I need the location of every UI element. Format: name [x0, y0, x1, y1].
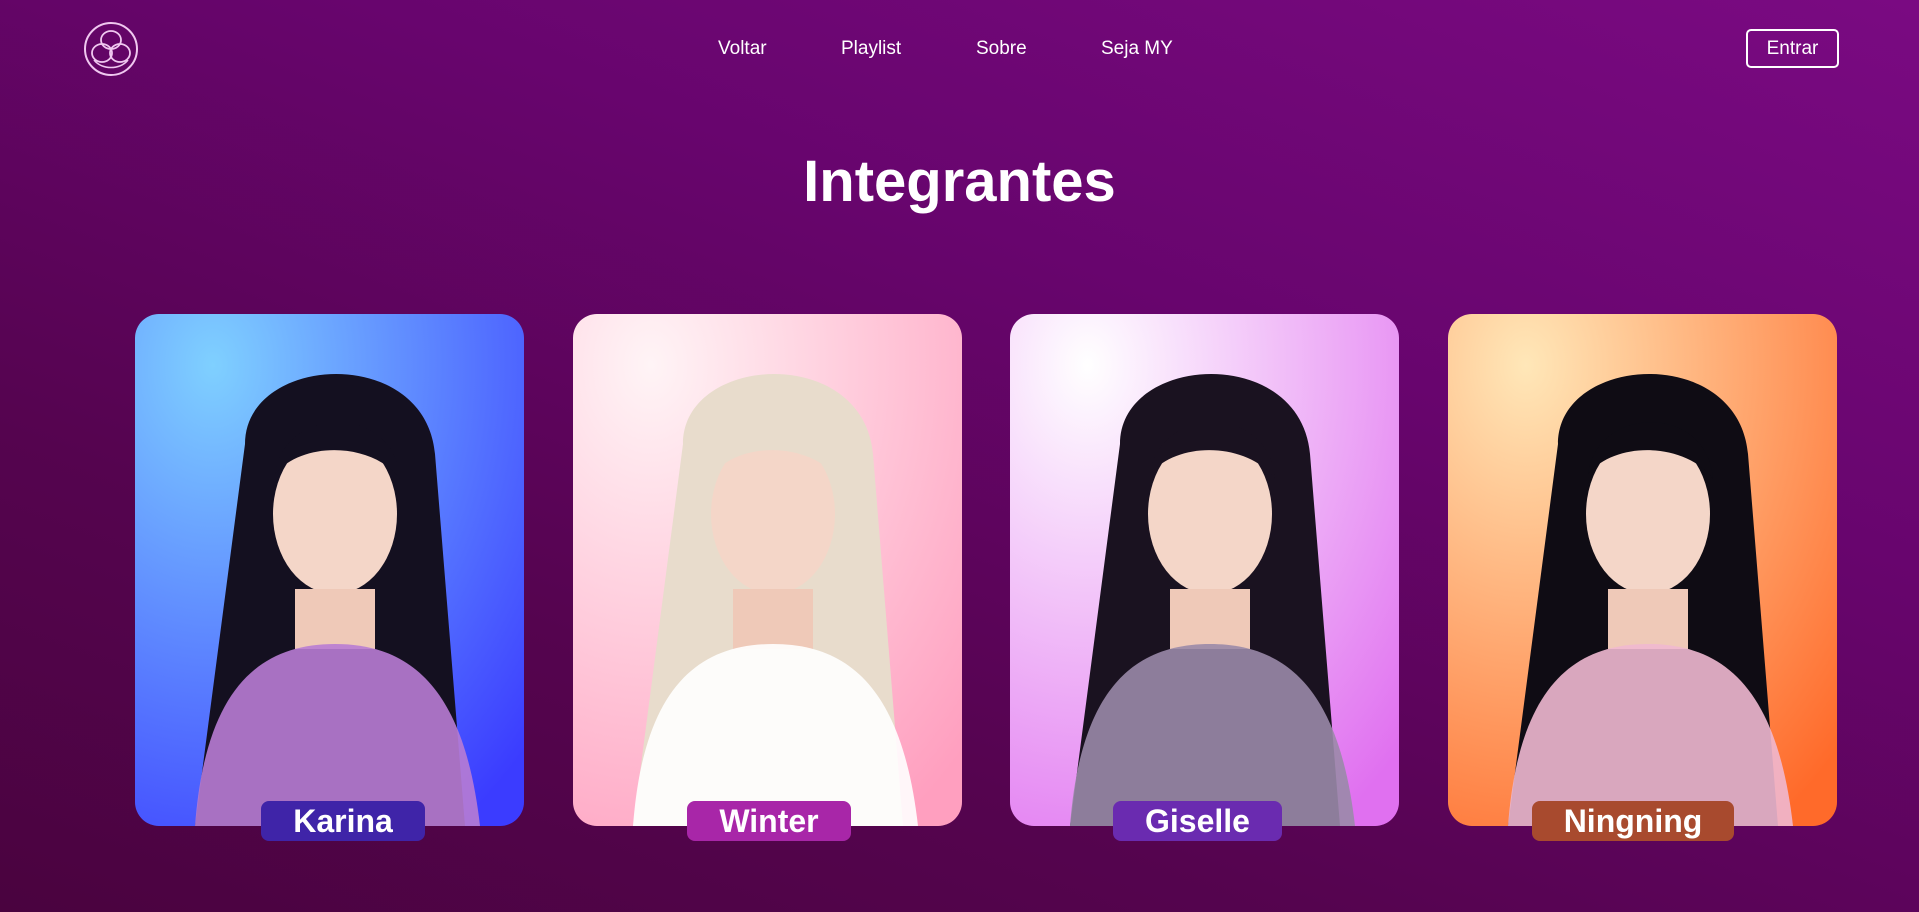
login-button[interactable]: Entrar — [1746, 29, 1839, 68]
member-name-badge: Giselle — [1113, 801, 1282, 841]
nav-link-seja-my[interactable]: Seja MY — [1101, 38, 1173, 60]
nav-link-voltar[interactable]: Voltar — [718, 38, 841, 60]
nav-link-sobre[interactable]: Sobre — [976, 38, 1101, 60]
member-name-badge: Ningning — [1532, 801, 1734, 841]
member-card[interactable] — [573, 314, 962, 826]
main-nav: Voltar Playlist Sobre Seja MY — [718, 38, 1173, 60]
member-card[interactable] — [1010, 314, 1399, 826]
page-title: Integrantes — [803, 149, 1116, 214]
aespa-logo-icon[interactable] — [82, 20, 140, 78]
site-header: Voltar Playlist Sobre Seja MY Entrar — [0, 0, 1919, 100]
member-card[interactable] — [135, 314, 524, 826]
member-photo — [1448, 314, 1837, 826]
member-name-badge: Karina — [261, 801, 425, 841]
nav-link-playlist[interactable]: Playlist — [841, 38, 976, 60]
member-name-badge: Winter — [687, 801, 851, 841]
member-photo — [135, 314, 524, 826]
member-photo — [1010, 314, 1399, 826]
member-card[interactable] — [1448, 314, 1837, 826]
member-photo — [573, 314, 962, 826]
